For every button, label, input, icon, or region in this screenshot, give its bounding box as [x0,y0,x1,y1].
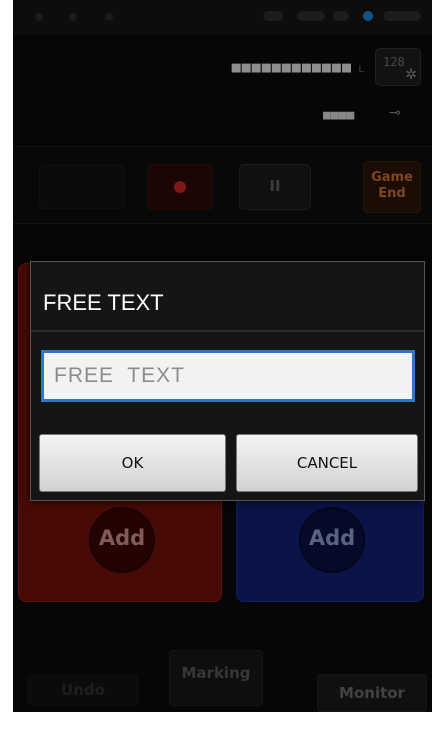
free-text-dialog: FREE TEXT OK CANCEL [30,261,425,501]
ok-button[interactable]: OK [39,434,226,492]
dialog-divider [31,330,424,332]
dialog-title: FREE TEXT [43,290,164,315]
free-text-input[interactable] [41,350,415,402]
cancel-button[interactable]: CANCEL [236,434,418,492]
app-screen: ■■■■■■■■■■■■ L 128 ✲ ■■■■ ⊸ II Game End … [13,0,432,712]
